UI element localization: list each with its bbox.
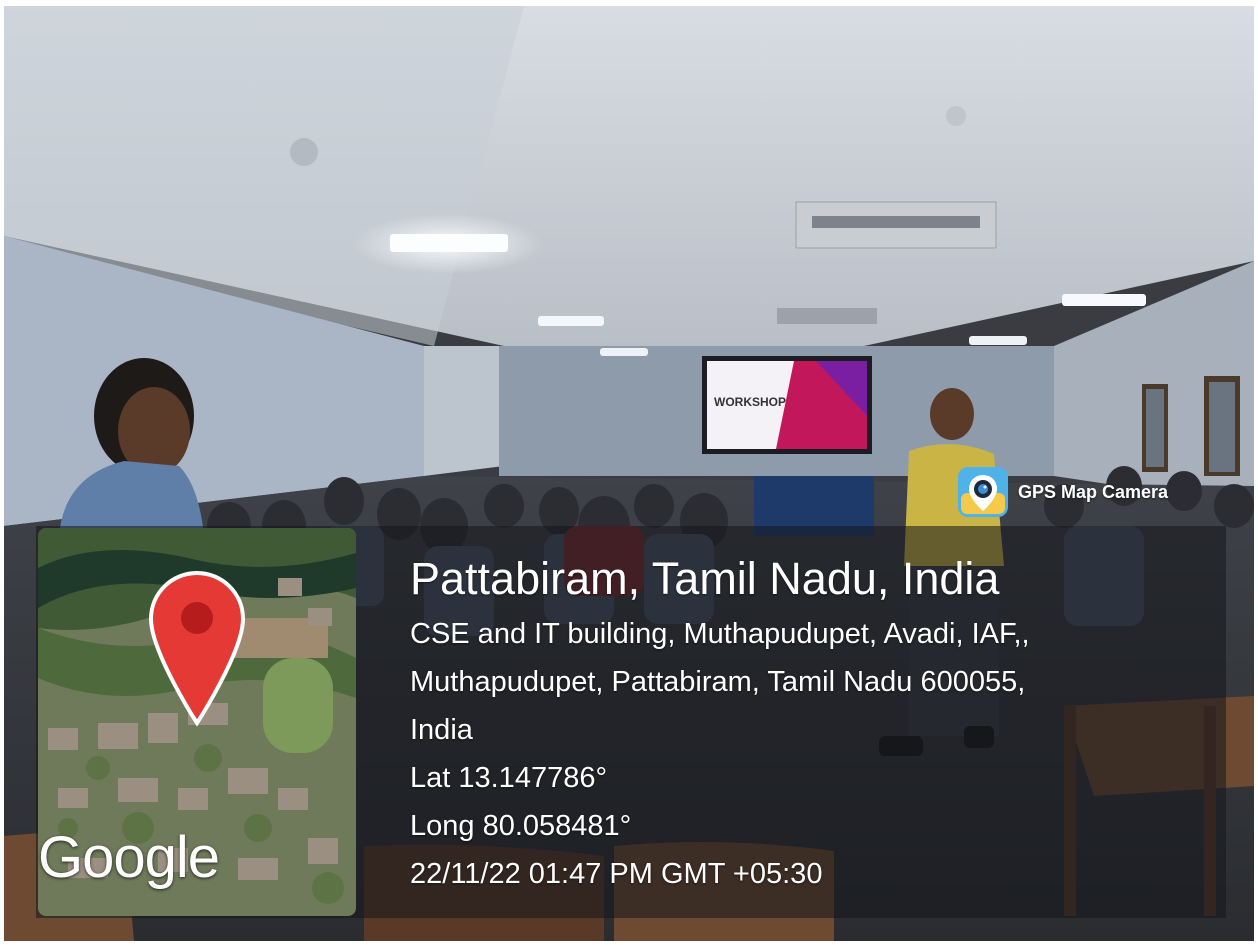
address-line-1: CSE and IT building, Muthapudupet, Avadi…: [410, 618, 1030, 650]
satellite-map-thumbnail: Google: [38, 528, 356, 916]
app-name-label: GPS Map Camera: [1018, 481, 1169, 502]
location-title: Pattabiram, Tamil Nadu, India: [410, 553, 1000, 604]
address-line-3: India: [410, 714, 473, 746]
gps-map-camera-icon: [958, 467, 1008, 517]
location-info: Pattabiram, Tamil Nadu, India CSE and IT…: [410, 548, 1210, 898]
latitude-text: Lat 13.147786°: [410, 762, 608, 794]
datetime-text: 22/11/22 01:47 PM GMT +05:30: [410, 858, 823, 890]
longitude-text: Long 80.058481°: [410, 810, 632, 842]
google-logo: Google: [38, 825, 220, 890]
slide-title: WORKSHOP: [714, 395, 786, 409]
address-line-2: Muthapudupet, Pattabiram, Tamil Nadu 600…: [410, 666, 1026, 698]
gps-map-camera-badge: GPS Map Camera: [958, 466, 1168, 518]
